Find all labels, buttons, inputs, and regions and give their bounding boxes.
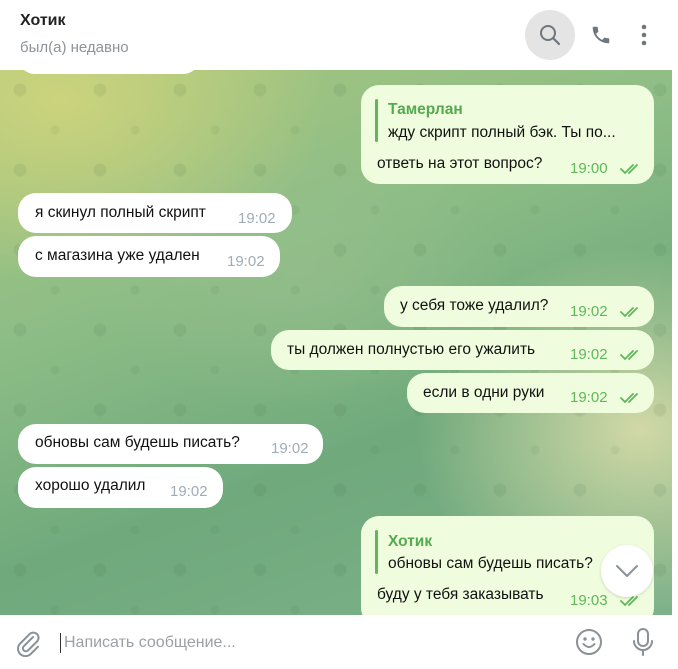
chat-header: Хотик был(а) недавно bbox=[0, 0, 678, 70]
message-composer bbox=[0, 615, 678, 669]
double-check-icon bbox=[620, 350, 638, 360]
message-text: хорошо удалил bbox=[35, 477, 146, 494]
double-check-icon bbox=[620, 164, 638, 174]
more-button[interactable] bbox=[619, 10, 669, 60]
reply-author[interactable]: Тамерлан bbox=[388, 101, 463, 119]
scroll-to-bottom-button[interactable] bbox=[601, 545, 653, 597]
double-check-icon bbox=[620, 393, 638, 403]
reply-quote-bar bbox=[375, 530, 378, 574]
reply-text[interactable]: обновы сам будешь писать? bbox=[388, 555, 603, 573]
message-text: буду у тебя заказывать bbox=[377, 586, 544, 603]
message-bubble[interactable]: с магазина уже удален 19:02 bbox=[18, 236, 280, 277]
more-vertical-icon bbox=[641, 24, 647, 46]
reply-text[interactable]: жду скрипт полный бэк. Ты по... bbox=[388, 124, 640, 142]
message-time: 19:02 bbox=[238, 210, 276, 227]
search-icon bbox=[540, 25, 561, 46]
message-time: 19:02 bbox=[570, 346, 608, 363]
chat-title[interactable]: Хотик bbox=[20, 12, 66, 30]
reply-author[interactable]: Хотик bbox=[388, 533, 432, 551]
message-time: 19:00 bbox=[570, 160, 608, 177]
message-time: 19:02 bbox=[170, 483, 208, 500]
message-time: 19:02 bbox=[570, 303, 608, 320]
message-bubble-partial[interactable] bbox=[18, 70, 200, 74]
search-button[interactable] bbox=[525, 10, 575, 60]
message-text: у себя тоже удалил? bbox=[400, 297, 549, 314]
microphone-icon[interactable] bbox=[632, 627, 654, 657]
message-text: ответь на этот вопрос? bbox=[377, 155, 543, 172]
chevron-down-icon bbox=[616, 565, 638, 577]
message-text: с магазина уже удален bbox=[35, 247, 200, 264]
message-bubble[interactable]: Тамерлан жду скрипт полный бэк. Ты по...… bbox=[361, 85, 654, 184]
message-time: 19:02 bbox=[227, 253, 265, 270]
emoji-icon[interactable] bbox=[575, 628, 603, 656]
message-bubble[interactable]: ты должен полнустью его ужалить 19:02 bbox=[271, 330, 654, 370]
double-check-icon bbox=[620, 307, 638, 317]
message-bubble[interactable]: у себя тоже удалил? 19:02 bbox=[384, 286, 654, 327]
message-bubble[interactable]: если в одни руки 19:02 bbox=[407, 373, 654, 413]
message-text: я скинул полный скрипт bbox=[35, 204, 206, 221]
message-bubble[interactable]: хорошо удалил 19:02 bbox=[18, 467, 223, 508]
phone-icon bbox=[592, 26, 610, 44]
message-bubble[interactable]: я скинул полный скрипт 19:02 bbox=[18, 193, 292, 233]
paperclip-icon[interactable] bbox=[14, 629, 42, 657]
scrollbar-track[interactable] bbox=[672, 70, 678, 615]
message-text: обновы сам будешь писать? bbox=[35, 434, 240, 451]
message-text: ты должен полнустью его ужалить bbox=[287, 341, 536, 358]
message-input[interactable] bbox=[64, 629, 544, 657]
text-cursor bbox=[60, 633, 61, 653]
message-time: 19:02 bbox=[570, 389, 608, 406]
message-text: если в одни руки bbox=[423, 384, 545, 401]
message-time: 19:03 bbox=[570, 592, 608, 609]
message-list[interactable]: Тамерлан жду скрипт полный бэк. Ты по...… bbox=[0, 70, 672, 615]
message-time: 19:02 bbox=[271, 440, 309, 457]
message-bubble[interactable]: обновы сам будешь писать? 19:02 bbox=[18, 424, 323, 464]
reply-quote-bar bbox=[375, 99, 378, 142]
chat-status: был(а) недавно bbox=[20, 39, 129, 56]
